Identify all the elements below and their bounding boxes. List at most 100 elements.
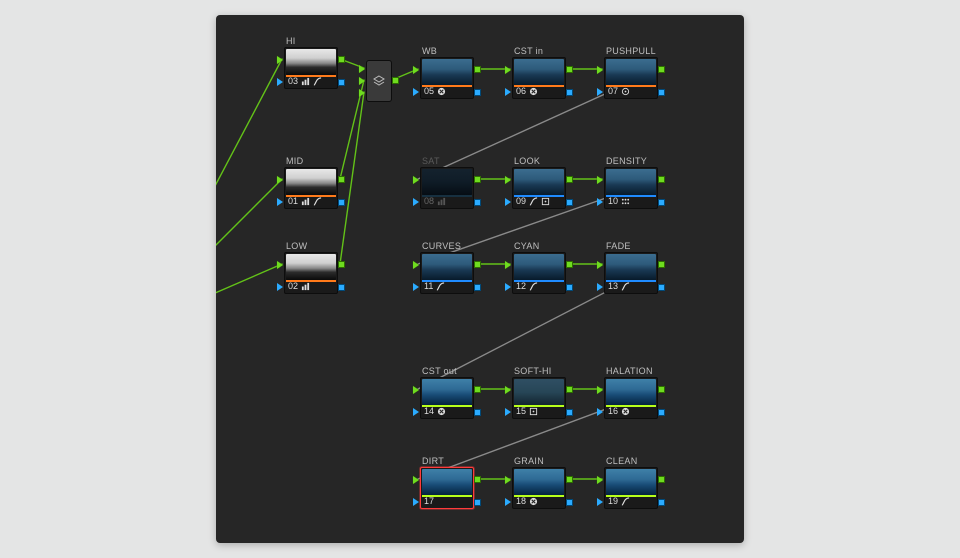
node-n12[interactable]: CYAN12: [512, 240, 566, 294]
alpha-input-port[interactable]: [413, 498, 419, 506]
node-n17[interactable]: DIRT17: [420, 455, 474, 509]
rgb-input-port[interactable]: [505, 176, 511, 184]
alpha-output-port[interactable]: [338, 284, 345, 291]
node-body[interactable]: 10: [604, 167, 658, 209]
rgb-output-port[interactable]: [658, 176, 665, 183]
rgb-output-port[interactable]: [566, 176, 573, 183]
rgb-input-port[interactable]: [505, 476, 511, 484]
rgb-output-port[interactable]: [338, 56, 345, 63]
node-n02[interactable]: LOW02: [284, 240, 338, 294]
rgb-output-port[interactable]: [566, 261, 573, 268]
node-graph-canvas[interactable]: HI03MID01LOW02WB05CST in06PUSHPULL07SAT0…: [216, 15, 744, 543]
rgb-input-port[interactable]: [597, 66, 603, 74]
alpha-output-port[interactable]: [566, 499, 573, 506]
rgb-output-port[interactable]: [474, 66, 481, 73]
rgb-input-port[interactable]: [597, 261, 603, 269]
node-body[interactable]: 18: [512, 467, 566, 509]
alpha-input-port[interactable]: [413, 283, 419, 291]
rgb-input-port[interactable]: [413, 261, 419, 269]
alpha-input-port[interactable]: [277, 198, 283, 206]
node-body[interactable]: 02: [284, 252, 338, 294]
node-body[interactable]: 07: [604, 57, 658, 99]
rgb-input-port[interactable]: [413, 66, 419, 74]
node-n14[interactable]: CST out14: [420, 365, 474, 419]
alpha-output-port[interactable]: [474, 284, 481, 291]
rgb-output-port[interactable]: [658, 386, 665, 393]
alpha-output-port[interactable]: [474, 89, 481, 96]
alpha-output-port[interactable]: [658, 499, 665, 506]
node-n19[interactable]: CLEAN19: [604, 455, 658, 509]
rgb-input-port[interactable]: [597, 476, 603, 484]
rgb-input-port[interactable]: [597, 176, 603, 184]
node-n08[interactable]: SAT08: [420, 155, 474, 209]
alpha-output-port[interactable]: [658, 199, 665, 206]
alpha-output-port[interactable]: [658, 89, 665, 96]
node-n01[interactable]: MID01: [284, 155, 338, 209]
rgb-output-port[interactable]: [474, 176, 481, 183]
alpha-input-port[interactable]: [277, 78, 283, 86]
node-n05[interactable]: WB05: [420, 45, 474, 99]
alpha-input-port[interactable]: [505, 88, 511, 96]
node-n06[interactable]: CST in06: [512, 45, 566, 99]
alpha-output-port[interactable]: [566, 199, 573, 206]
alpha-output-port[interactable]: [474, 199, 481, 206]
node-n16[interactable]: HALATION16: [604, 365, 658, 419]
node-n11[interactable]: CURVES11: [420, 240, 474, 294]
rgb-output-port[interactable]: [474, 386, 481, 393]
rgb-input-port[interactable]: [413, 386, 419, 394]
alpha-output-port[interactable]: [566, 89, 573, 96]
node-body[interactable]: 15: [512, 377, 566, 419]
alpha-input-port[interactable]: [505, 198, 511, 206]
mixer-input-1-port[interactable]: [359, 65, 365, 73]
rgb-input-port[interactable]: [505, 386, 511, 394]
rgb-input-port[interactable]: [413, 476, 419, 484]
alpha-input-port[interactable]: [505, 498, 511, 506]
layer-mixer-node[interactable]: [366, 60, 392, 102]
node-body[interactable]: 03: [284, 47, 338, 89]
node-n03[interactable]: HI03: [284, 35, 338, 89]
rgb-output-port[interactable]: [474, 261, 481, 268]
node-body[interactable]: 12: [512, 252, 566, 294]
node-body[interactable]: 08: [420, 167, 474, 209]
node-n15[interactable]: SOFT-HI15: [512, 365, 566, 419]
mixer-output-port[interactable]: [392, 77, 399, 84]
alpha-input-port[interactable]: [413, 198, 419, 206]
alpha-output-port[interactable]: [566, 409, 573, 416]
rgb-input-port[interactable]: [277, 261, 283, 269]
node-body[interactable]: 11: [420, 252, 474, 294]
node-body[interactable]: 01: [284, 167, 338, 209]
rgb-input-port[interactable]: [277, 176, 283, 184]
node-body[interactable]: 19: [604, 467, 658, 509]
alpha-output-port[interactable]: [566, 284, 573, 291]
alpha-output-port[interactable]: [658, 284, 665, 291]
rgb-input-port[interactable]: [597, 386, 603, 394]
alpha-input-port[interactable]: [277, 283, 283, 291]
node-body[interactable]: 14: [420, 377, 474, 419]
alpha-input-port[interactable]: [597, 198, 603, 206]
node-body[interactable]: 09: [512, 167, 566, 209]
rgb-output-port[interactable]: [658, 66, 665, 73]
node-body[interactable]: 17: [420, 467, 474, 509]
mixer-input-2-port[interactable]: [359, 77, 365, 85]
alpha-input-port[interactable]: [597, 283, 603, 291]
rgb-output-port[interactable]: [566, 476, 573, 483]
alpha-input-port[interactable]: [505, 408, 511, 416]
rgb-input-port[interactable]: [413, 176, 419, 184]
rgb-output-port[interactable]: [566, 66, 573, 73]
node-body[interactable]: 16: [604, 377, 658, 419]
rgb-input-port[interactable]: [505, 261, 511, 269]
rgb-output-port[interactable]: [658, 476, 665, 483]
alpha-input-port[interactable]: [597, 88, 603, 96]
node-body[interactable]: 06: [512, 57, 566, 99]
rgb-output-port[interactable]: [658, 261, 665, 268]
alpha-output-port[interactable]: [474, 499, 481, 506]
alpha-input-port[interactable]: [413, 408, 419, 416]
node-n10[interactable]: DENSITY10: [604, 155, 658, 209]
rgb-output-port[interactable]: [338, 176, 345, 183]
alpha-output-port[interactable]: [474, 409, 481, 416]
rgb-output-port[interactable]: [338, 261, 345, 268]
alpha-input-port[interactable]: [597, 498, 603, 506]
alpha-output-port[interactable]: [338, 79, 345, 86]
mixer-input-3-port[interactable]: [359, 89, 365, 97]
alpha-input-port[interactable]: [597, 408, 603, 416]
